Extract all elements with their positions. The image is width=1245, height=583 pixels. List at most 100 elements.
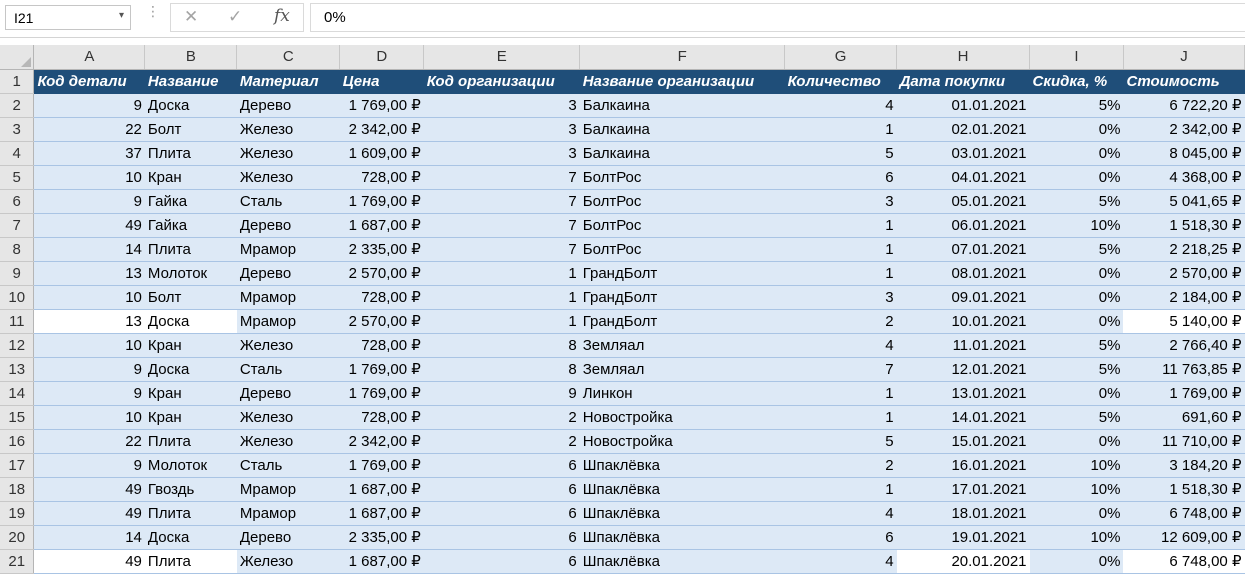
cell-a13[interactable]: 9	[33, 357, 145, 382]
cell-i21[interactable]: 0%	[1029, 549, 1124, 574]
cell-a2[interactable]: 9	[33, 93, 145, 118]
cell-d19[interactable]: 1 687,00 ₽	[339, 501, 424, 526]
row-header-14[interactable]: 14	[0, 381, 35, 406]
cell-f5[interactable]: БолтРос	[579, 165, 785, 190]
cell-d21[interactable]: 1 687,00 ₽	[339, 549, 424, 574]
cell-e2[interactable]: 3	[423, 93, 580, 118]
row-header-12[interactable]: 12	[0, 333, 35, 358]
cell-c14[interactable]: Дерево	[236, 381, 340, 406]
cell-a15[interactable]: 10	[33, 405, 145, 430]
cell-a4[interactable]: 37	[33, 141, 145, 166]
cell-a21[interactable]: 49	[33, 549, 145, 574]
cell-f16[interactable]: Новостройка	[579, 429, 785, 454]
cell-h2[interactable]: 01.01.2021	[896, 93, 1030, 118]
cell-j21[interactable]: 6 748,00 ₽	[1123, 549, 1245, 574]
cell-i14[interactable]: 0%	[1029, 381, 1124, 406]
cell-a16[interactable]: 22	[33, 429, 145, 454]
row-header-7[interactable]: 7	[0, 213, 35, 238]
cell-e21[interactable]: 6	[423, 549, 580, 574]
cell-f6[interactable]: БолтРос	[579, 189, 785, 214]
header-cell-e[interactable]: Код организации	[423, 69, 580, 94]
cell-h11[interactable]: 10.01.2021	[896, 309, 1030, 334]
cell-g7[interactable]: 1	[784, 213, 897, 238]
cell-f7[interactable]: БолтРос	[579, 213, 785, 238]
cell-a11[interactable]: 13	[33, 309, 145, 334]
cell-b3[interactable]: Болт	[144, 117, 237, 142]
cell-g13[interactable]: 7	[784, 357, 897, 382]
cell-j5[interactable]: 4 368,00 ₽	[1123, 165, 1245, 190]
row-header-21[interactable]: 21	[0, 549, 35, 574]
cell-j11[interactable]: 5 140,00 ₽	[1123, 309, 1245, 334]
cell-j4[interactable]: 8 045,00 ₽	[1123, 141, 1245, 166]
header-cell-a[interactable]: Код детали	[33, 69, 145, 94]
column-header-d[interactable]: D	[339, 45, 425, 70]
cell-g5[interactable]: 6	[784, 165, 897, 190]
row-header-9[interactable]: 9	[0, 261, 35, 286]
row-header-16[interactable]: 16	[0, 429, 35, 454]
row-header-5[interactable]: 5	[0, 165, 35, 190]
cell-j15[interactable]: 691,60 ₽	[1123, 405, 1245, 430]
cell-b4[interactable]: Плита	[144, 141, 237, 166]
cell-h8[interactable]: 07.01.2021	[896, 237, 1030, 262]
cell-a10[interactable]: 10	[33, 285, 145, 310]
cell-b10[interactable]: Болт	[144, 285, 237, 310]
cell-e5[interactable]: 7	[423, 165, 580, 190]
cell-b12[interactable]: Кран	[144, 333, 237, 358]
cell-j8[interactable]: 2 218,25 ₽	[1123, 237, 1245, 262]
cell-j9[interactable]: 2 570,00 ₽	[1123, 261, 1245, 286]
cell-g10[interactable]: 3	[784, 285, 897, 310]
cell-j10[interactable]: 2 184,00 ₽	[1123, 285, 1245, 310]
cell-b6[interactable]: Гайка	[144, 189, 237, 214]
cell-a14[interactable]: 9	[33, 381, 145, 406]
cell-c15[interactable]: Железо	[236, 405, 340, 430]
cell-d13[interactable]: 1 769,00 ₽	[339, 357, 424, 382]
cell-i8[interactable]: 5%	[1029, 237, 1124, 262]
cell-h10[interactable]: 09.01.2021	[896, 285, 1030, 310]
cell-e15[interactable]: 2	[423, 405, 580, 430]
cell-a19[interactable]: 49	[33, 501, 145, 526]
cell-c10[interactable]: Мрамор	[236, 285, 340, 310]
cell-b17[interactable]: Молоток	[144, 453, 237, 478]
cell-c9[interactable]: Дерево	[236, 261, 340, 286]
column-header-b[interactable]: B	[144, 45, 238, 70]
row-header-18[interactable]: 18	[0, 477, 35, 502]
cell-e10[interactable]: 1	[423, 285, 580, 310]
select-all-button[interactable]	[0, 45, 35, 70]
cell-f17[interactable]: Шпаклёвка	[579, 453, 785, 478]
cell-b18[interactable]: Гвоздь	[144, 477, 237, 502]
cell-j13[interactable]: 11 763,85 ₽	[1123, 357, 1245, 382]
cell-j7[interactable]: 1 518,30 ₽	[1123, 213, 1245, 238]
cell-i18[interactable]: 10%	[1029, 477, 1124, 502]
cell-f18[interactable]: Шпаклёвка	[579, 477, 785, 502]
header-cell-j[interactable]: Стоимость	[1123, 69, 1245, 94]
cell-c5[interactable]: Железо	[236, 165, 340, 190]
cell-j17[interactable]: 3 184,20 ₽	[1123, 453, 1245, 478]
row-header-15[interactable]: 15	[0, 405, 35, 430]
cell-h12[interactable]: 11.01.2021	[896, 333, 1030, 358]
cell-g8[interactable]: 1	[784, 237, 897, 262]
cell-e18[interactable]: 6	[423, 477, 580, 502]
cell-d14[interactable]: 1 769,00 ₽	[339, 381, 424, 406]
cell-f11[interactable]: ГрандБолт	[579, 309, 785, 334]
cell-c4[interactable]: Железо	[236, 141, 340, 166]
cell-d3[interactable]: 2 342,00 ₽	[339, 117, 424, 142]
cell-h20[interactable]: 19.01.2021	[896, 525, 1030, 550]
cell-d5[interactable]: 728,00 ₽	[339, 165, 424, 190]
cell-d6[interactable]: 1 769,00 ₽	[339, 189, 424, 214]
cell-h9[interactable]: 08.01.2021	[896, 261, 1030, 286]
cell-a6[interactable]: 9	[33, 189, 145, 214]
cell-j14[interactable]: 1 769,00 ₽	[1123, 381, 1245, 406]
cell-f12[interactable]: Земляал	[579, 333, 785, 358]
cell-i5[interactable]: 0%	[1029, 165, 1124, 190]
cell-e3[interactable]: 3	[423, 117, 580, 142]
insert-function-icon[interactable]: fx	[274, 6, 290, 26]
cell-i6[interactable]: 5%	[1029, 189, 1124, 214]
cell-d8[interactable]: 2 335,00 ₽	[339, 237, 424, 262]
cell-g20[interactable]: 6	[784, 525, 897, 550]
cell-h21[interactable]: 20.01.2021	[896, 549, 1030, 574]
cell-i19[interactable]: 0%	[1029, 501, 1124, 526]
cell-f2[interactable]: Балкаина	[579, 93, 785, 118]
cell-j12[interactable]: 2 766,40 ₽	[1123, 333, 1245, 358]
cell-g16[interactable]: 5	[784, 429, 897, 454]
row-header-1[interactable]: 1	[0, 69, 35, 94]
